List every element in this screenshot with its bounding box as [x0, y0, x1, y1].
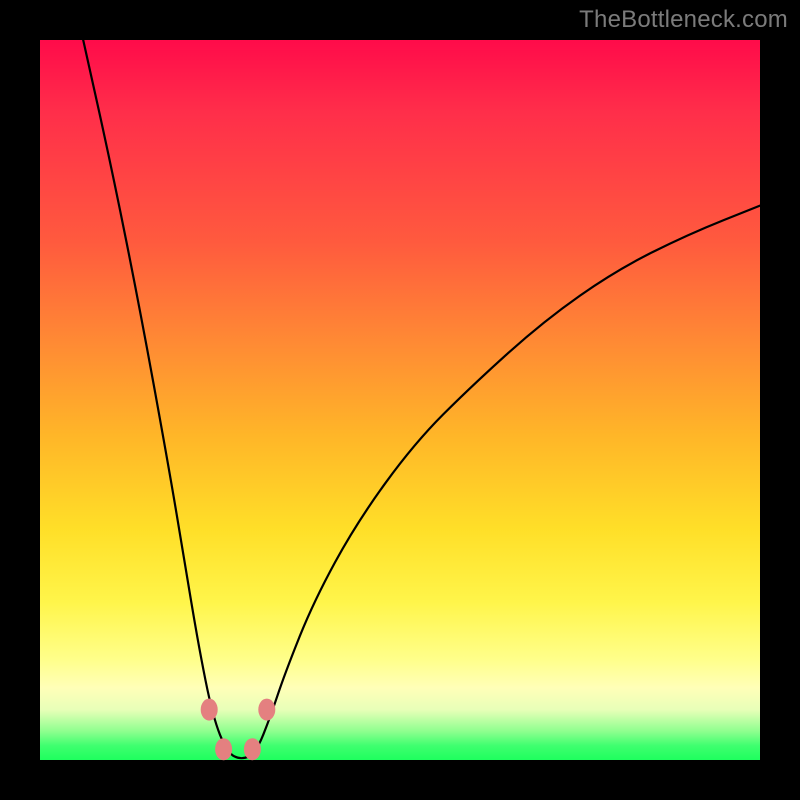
trough-bead: [215, 738, 232, 760]
trough-bead: [258, 699, 275, 721]
trough-bead: [201, 699, 218, 721]
trough-markers: [201, 699, 276, 761]
plot-area: [40, 40, 760, 760]
curve-layer: [40, 40, 760, 760]
bottleneck-curve: [83, 40, 760, 758]
watermark-text: TheBottleneck.com: [579, 6, 788, 34]
trough-bead: [244, 738, 261, 760]
chart-frame: TheBottleneck.com: [0, 0, 800, 800]
